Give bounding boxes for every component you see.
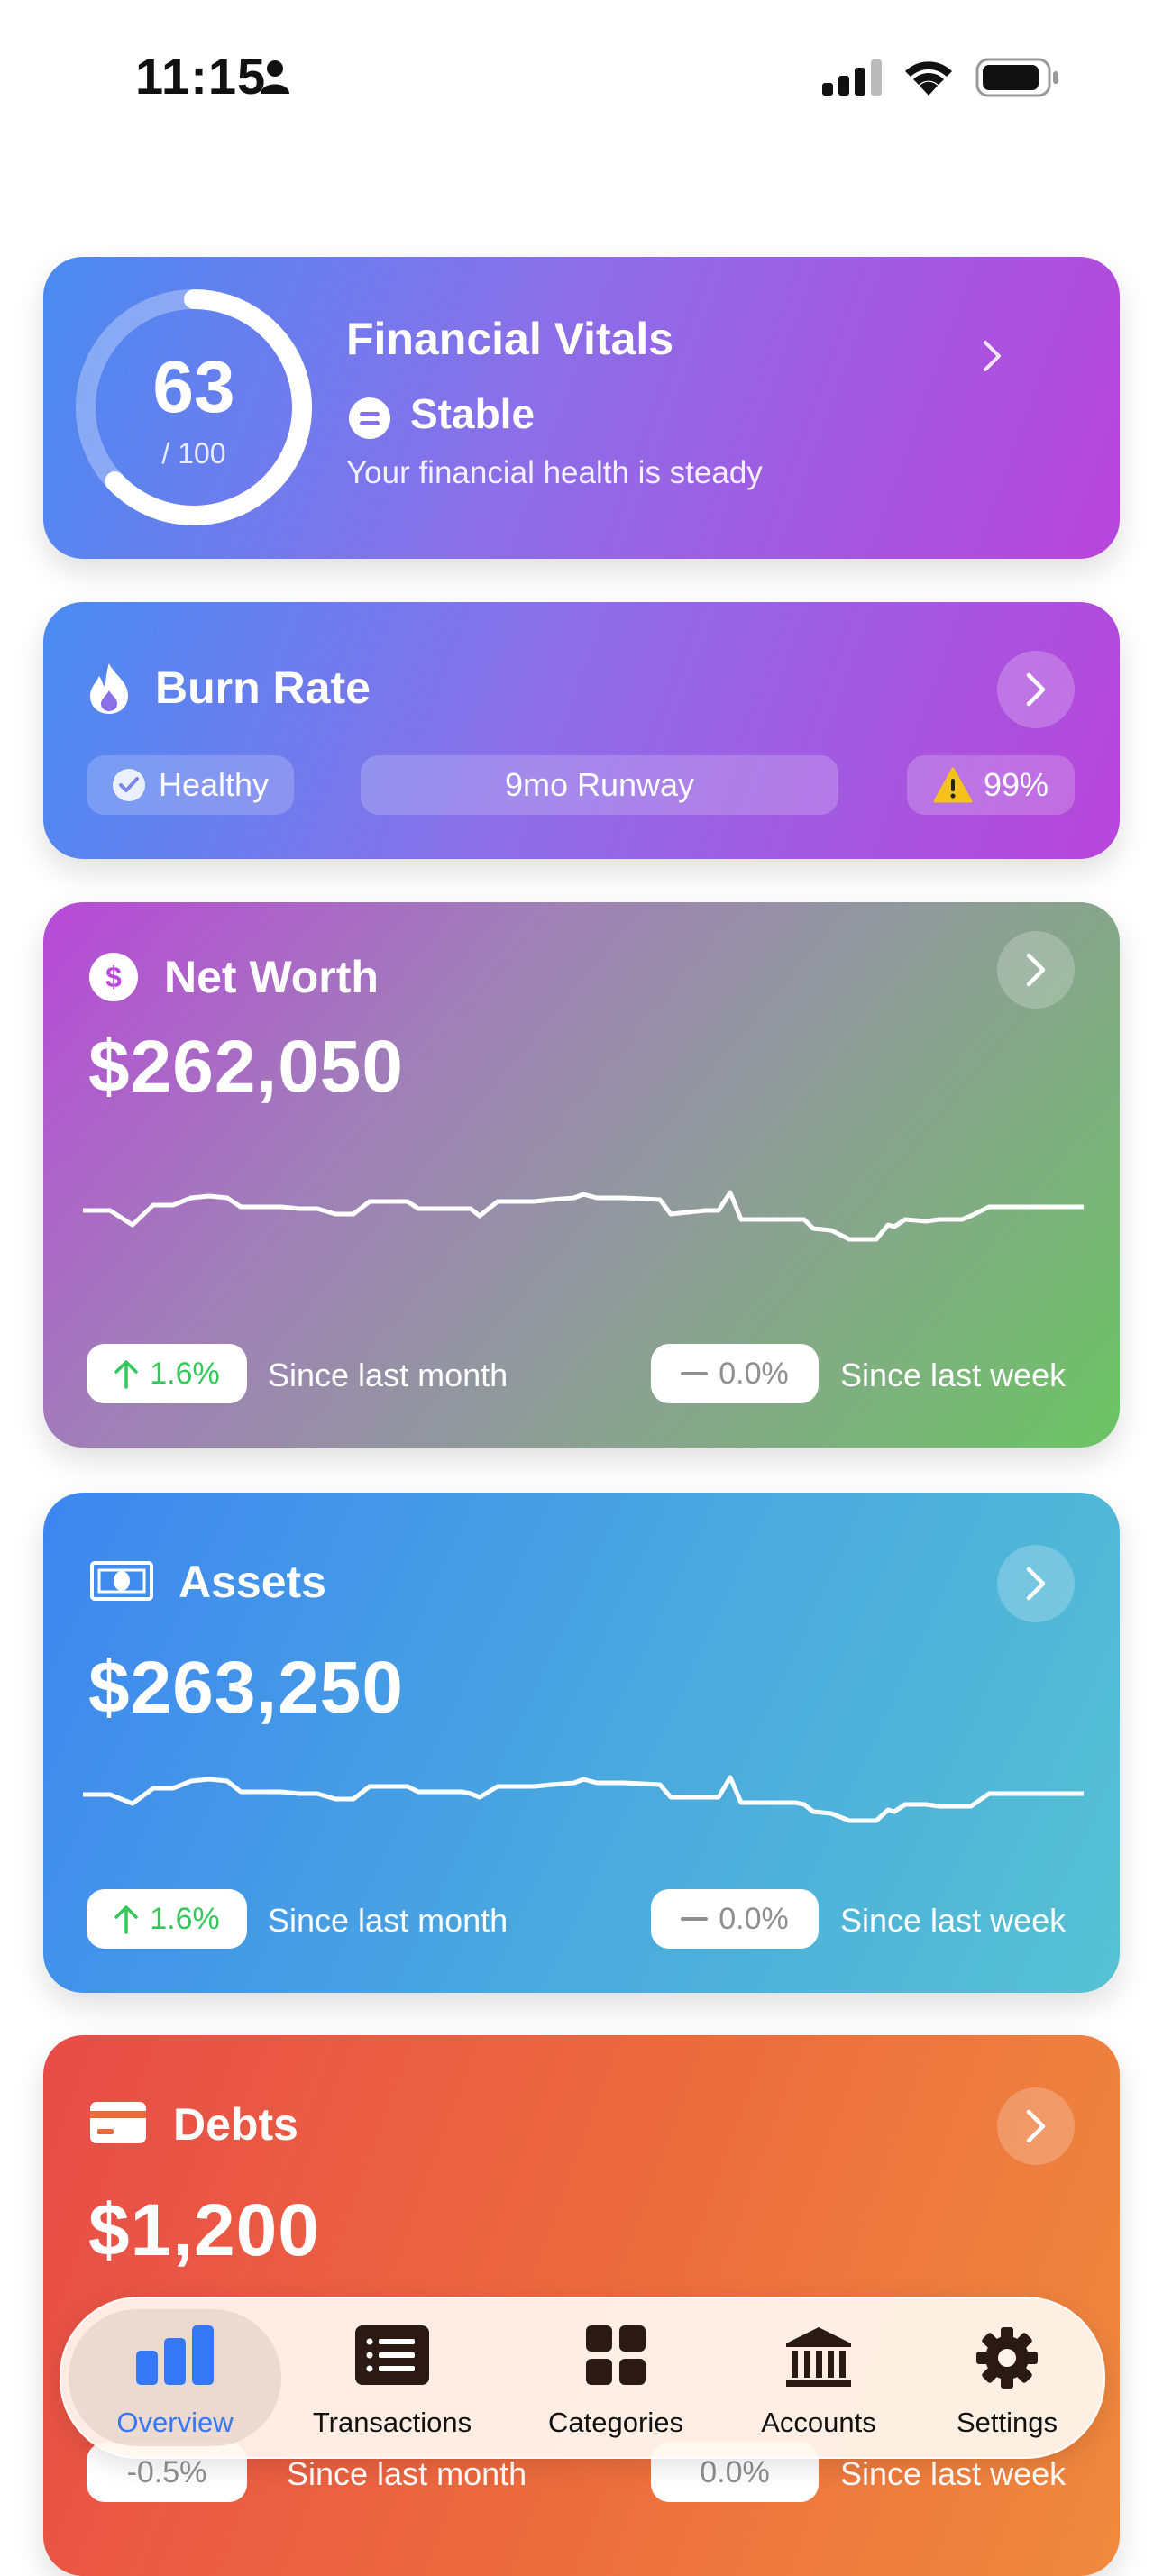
chevron-right-icon [1026, 672, 1046, 707]
month-change-label: Since last month [268, 1902, 508, 1939]
assets-card[interactable]: Assets $263,250 1.6% Since last month 0.… [43, 1493, 1120, 1993]
chart-bar-icon [136, 2325, 214, 2385]
month-change-label: Since last month [287, 2455, 527, 2492]
burn-rate-chevron-button[interactable] [997, 651, 1075, 728]
assets-value: $263,250 [88, 1647, 405, 1729]
chevron-right-icon [1026, 1567, 1046, 1601]
week-change-value: 0.0% [719, 1356, 789, 1391]
svg-text:$: $ [105, 961, 122, 993]
tab-transactions[interactable]: Transactions [288, 2298, 496, 2457]
month-change-value: -0.5% [126, 2454, 207, 2489]
burn-rate-card[interactable]: Burn Rate Healthy 9mo Runway 99% [43, 602, 1120, 859]
week-change-chip: 0.0% [651, 1889, 819, 1949]
dollar-circle-icon: $ [89, 953, 138, 1001]
tab-label: Transactions [312, 2407, 472, 2438]
score-max: / 100 [161, 437, 226, 470]
list-icon [355, 2325, 429, 2385]
financial-vitals-card[interactable]: 63 / 100 Financial Vitals Stable Your fi… [43, 257, 1120, 559]
tab-label: Settings [956, 2407, 1058, 2438]
month-change-chip: 1.6% [87, 1889, 247, 1949]
net-worth-title: Net Worth [164, 952, 379, 1002]
net-worth-sparkline [83, 1190, 1084, 1242]
tab-label: Categories [548, 2407, 683, 2438]
chevron-right-icon [1026, 953, 1046, 987]
dash-icon [681, 1372, 709, 1375]
chevron-right-icon [1026, 2109, 1046, 2143]
runway-badge: 9mo Runway [361, 755, 838, 815]
score-value: 63 [152, 346, 235, 428]
arrow-up-icon [114, 1360, 138, 1389]
person-icon [261, 60, 289, 94]
week-change-label: Since last week [840, 1357, 1067, 1393]
health-label: Healthy [158, 766, 270, 803]
vitals-title: Financial Vitals [346, 314, 674, 364]
runway-label: 9mo Runway [504, 766, 695, 803]
flame-icon [90, 663, 128, 714]
week-change-value: 0.0% [700, 2454, 770, 2489]
banknote-icon [90, 1561, 153, 1601]
status-time: 11:15 [135, 48, 267, 105]
tab-label: Overview [116, 2407, 234, 2438]
tab-categories[interactable]: Categories [512, 2298, 719, 2457]
gear-icon [976, 2327, 1038, 2389]
debts-title: Debts [173, 2099, 298, 2150]
month-change-value: 1.6% [150, 1356, 220, 1391]
checkmark-circle-icon [112, 769, 145, 801]
vitals-description: Your financial health is steady [346, 455, 763, 490]
month-change-label: Since last month [268, 1357, 508, 1393]
warning-triangle-icon [933, 767, 973, 803]
status-bar: 11:15 [0, 0, 1163, 153]
week-change-label: Since last week [840, 2455, 1067, 2492]
battery-icon [975, 58, 1058, 97]
arrow-up-icon [114, 1905, 138, 1934]
grid-icon [586, 2325, 646, 2385]
warning-badge: 99% [907, 755, 1075, 815]
week-change-chip: 0.0% [651, 1344, 819, 1403]
assets-sparkline [83, 1775, 1084, 1823]
cellular-signal-icon [822, 59, 882, 96]
credit-card-icon [90, 2102, 146, 2143]
dash-icon [681, 1917, 709, 1921]
debts-value: $1,200 [88, 2189, 320, 2271]
tab-bar: Overview Transactions Categories Account… [60, 2297, 1105, 2459]
burn-rate-title: Burn Rate [155, 662, 371, 713]
chevron-right-icon[interactable] [981, 338, 1004, 374]
week-change-value: 0.0% [719, 1901, 789, 1936]
warning-label: 99% [983, 766, 1049, 803]
month-change-chip: 1.6% [87, 1344, 247, 1403]
month-change-value: 1.6% [150, 1901, 220, 1936]
assets-title: Assets [179, 1557, 326, 1607]
health-badge: Healthy [87, 755, 294, 815]
tab-settings[interactable]: Settings [912, 2298, 1102, 2457]
wifi-icon [905, 61, 952, 96]
bank-icon [786, 2327, 851, 2387]
net-worth-card[interactable]: $ Net Worth $262,050 1.6% Since last mon… [43, 902, 1120, 1448]
net-worth-chevron-button[interactable] [997, 931, 1075, 1009]
tab-overview[interactable]: Overview [69, 2298, 281, 2457]
week-change-label: Since last week [840, 1902, 1067, 1939]
tab-accounts[interactable]: Accounts [728, 2298, 909, 2457]
net-worth-value: $262,050 [88, 1026, 405, 1108]
vitals-status: Stable [410, 390, 536, 437]
equal-circle-icon [349, 397, 390, 439]
debts-chevron-button[interactable] [997, 2087, 1075, 2165]
tab-label: Accounts [761, 2407, 876, 2438]
assets-chevron-button[interactable] [997, 1545, 1075, 1622]
